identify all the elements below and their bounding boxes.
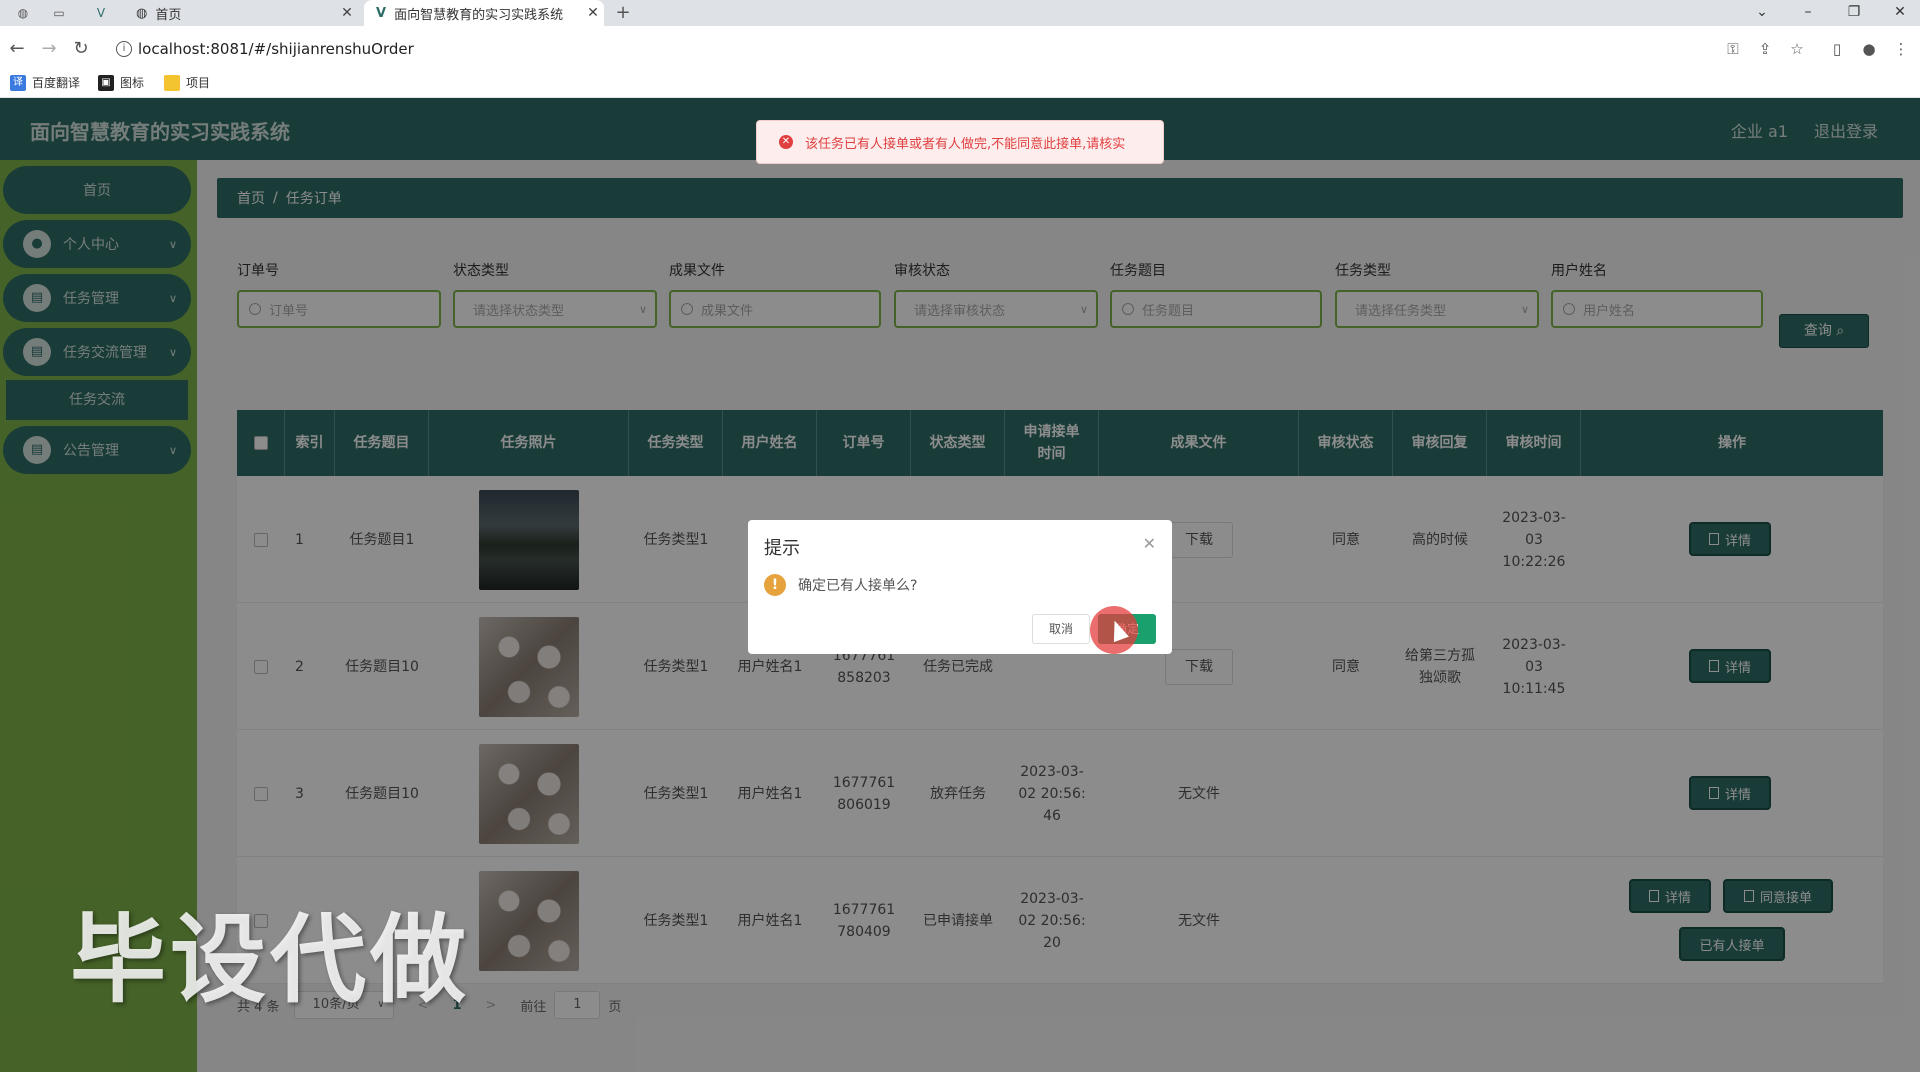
tab-label: 首页: [155, 7, 182, 23]
close-icon[interactable]: ✕: [336, 5, 358, 21]
bookmarks-bar: 译 百度翻译 ▣ 图标 项目: [0, 70, 1920, 98]
profile-icon[interactable]: ●: [1858, 38, 1880, 60]
bookmark-label: 百度翻译: [32, 76, 81, 90]
close-icon[interactable]: ✕: [582, 5, 604, 21]
menu-icon[interactable]: ⋮: [1890, 38, 1912, 60]
bookmark-label: 项目: [186, 76, 211, 90]
bookmark-baidu-translate[interactable]: 译 百度翻译: [10, 74, 80, 91]
error-icon: ✕: [779, 135, 793, 149]
globe-icon: ◍: [136, 5, 148, 21]
translate-icon: 译: [10, 74, 26, 91]
vue-logo-icon: V: [376, 5, 387, 21]
close-icon[interactable]: ✕: [1143, 534, 1156, 553]
new-tab-button[interactable]: +: [614, 4, 632, 22]
bookmark-project[interactable]: 项目: [164, 74, 210, 91]
reload-icon[interactable]: ↻: [70, 38, 92, 60]
folder-icon: [164, 74, 180, 91]
blank-tab-icon[interactable]: ▭: [50, 4, 68, 22]
address-bar: ← → ↻ i localhost:8081/#/shijianrenshuOr…: [0, 26, 1920, 70]
dialog-message-text: 确定已有人接单么?: [798, 578, 918, 594]
url-text: localhost:8081/#/shijianrenshuOrder: [138, 40, 414, 58]
tab-app[interactable]: V 面向智慧教育的实习实践系统 ✕: [364, 0, 604, 26]
url-field[interactable]: i localhost:8081/#/shijianrenshuOrder: [112, 36, 1692, 62]
forward-icon[interactable]: →: [38, 38, 60, 60]
bookmark-icons[interactable]: ▣ 图标: [98, 74, 144, 91]
star-icon[interactable]: ☆: [1786, 38, 1808, 60]
bookmark-label: 图标: [120, 76, 145, 90]
vue-logo-icon[interactable]: V: [92, 4, 110, 22]
sidepanel-icon[interactable]: ▯: [1826, 38, 1848, 60]
cancel-button[interactable]: 取消: [1032, 614, 1090, 644]
minimize-icon[interactable]: –: [1788, 0, 1828, 26]
confirm-dialog: 提示 ✕ ! 确定已有人接单么? 取消 确定: [748, 520, 1172, 654]
info-icon[interactable]: i: [116, 41, 132, 57]
image-icon: ▣: [98, 74, 114, 91]
watermark-text: 毕设代做: [70, 904, 470, 1016]
window-close-icon[interactable]: ✕: [1880, 0, 1920, 26]
browser-tab-bar: ◍ ▭ V ◍ 首页 ✕ V 面向智慧教育的实习实践系统 ✕ + ⌄ – ❐ ✕: [0, 0, 1920, 26]
back-icon[interactable]: ←: [6, 38, 28, 60]
warning-icon: !: [764, 574, 786, 596]
tab-label: 面向智慧教育的实习实践系统: [394, 7, 564, 23]
key-icon[interactable]: ⚿: [1722, 38, 1744, 60]
globe-icon[interactable]: ◍: [14, 4, 32, 22]
tab-home[interactable]: ◍ 首页 ✕: [128, 0, 358, 26]
dialog-title: 提示: [764, 538, 800, 559]
share-icon[interactable]: ⇪: [1754, 38, 1776, 60]
dialog-message: ! 确定已有人接单么?: [764, 574, 917, 596]
tab-search-icon[interactable]: ⌄: [1742, 0, 1782, 26]
toast-message: 该任务已有人接单或者有人做完,不能同意此接单,请核实: [805, 136, 1126, 152]
error-toast: ✕ 该任务已有人接单或者有人做完,不能同意此接单,请核实: [756, 120, 1164, 164]
restore-icon[interactable]: ❐: [1834, 0, 1874, 26]
